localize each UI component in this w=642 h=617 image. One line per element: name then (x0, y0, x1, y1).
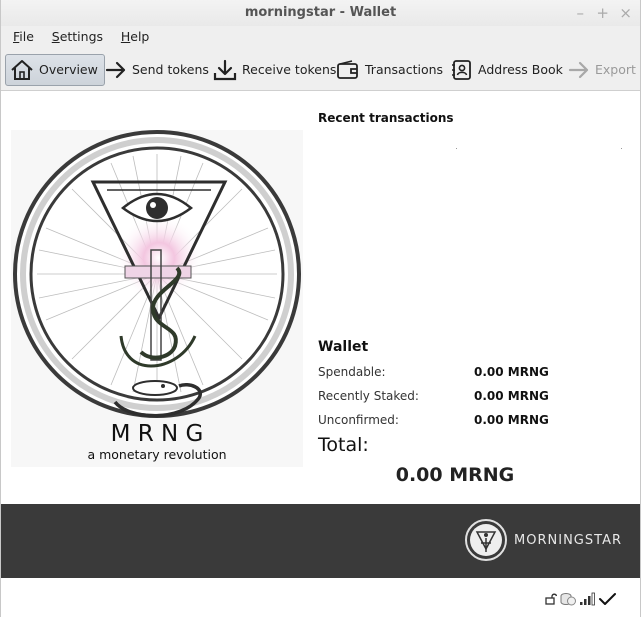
transactions-tab[interactable]: Transactions (336, 54, 443, 86)
ouroboros-eye-icon: M R N G a monetary revolution (11, 130, 303, 467)
recent-transactions-title: Recent transactions (318, 111, 454, 125)
spendable-label: Spendable: (318, 365, 386, 379)
menu-bar: File Settings Help (1, 26, 640, 50)
morningstar-brand: MORNINGSTAR (464, 518, 622, 562)
address-book-label: Address Book (478, 62, 563, 77)
send-tokens-label: Send tokens (132, 62, 209, 77)
spendable-row: Spendable: 0.00 MRNG (318, 362, 618, 382)
logo-brand-text: M R N G (111, 421, 204, 447)
minimize-button[interactable]: – (577, 0, 585, 26)
morningstar-logo-icon (465, 519, 508, 561)
receive-tokens-tab[interactable]: Receive tokens (213, 54, 336, 86)
wallet-title: Wallet (318, 339, 369, 355)
address-book-icon (452, 60, 471, 80)
recently-staked-value: 0.00 MRNG (474, 389, 549, 403)
menu-file[interactable]: File (13, 26, 34, 48)
wallet-window: morningstar - Wallet – + × File Settings… (0, 0, 641, 617)
send-tokens-tab[interactable]: Send tokens (105, 54, 209, 86)
overview-label: Overview (39, 62, 98, 77)
recently-staked-row: Recently Staked: 0.00 MRNG (318, 386, 618, 406)
unconfirmed-value: 0.00 MRNG (474, 413, 549, 427)
menu-settings[interactable]: Settings (52, 26, 103, 48)
title-bar[interactable]: morningstar - Wallet – + × (1, 0, 640, 27)
signal-icon[interactable] (579, 592, 595, 606)
export-button[interactable]: Export (568, 54, 636, 86)
lock-icon[interactable] (545, 593, 557, 605)
transactions-list-marker (621, 148, 622, 149)
window-title: morningstar - Wallet (244, 5, 397, 20)
status-icons (545, 592, 616, 606)
wallet-icon (337, 60, 358, 79)
home-icon (11, 60, 33, 80)
close-button[interactable]: × (619, 0, 632, 26)
address-book-tab[interactable]: Address Book (451, 54, 563, 86)
overview-tab[interactable]: Overview (5, 54, 105, 86)
export-label: Export (595, 62, 636, 77)
staking-icon[interactable] (560, 592, 576, 606)
arrow-right-icon (105, 61, 126, 79)
footer-banner: MORNINGSTAR (1, 504, 640, 578)
morningstar-brand-text: MORNINGSTAR (514, 532, 622, 548)
transactions-label: Transactions (365, 62, 444, 77)
maximize-button[interactable]: + (596, 0, 609, 26)
spendable-value: 0.00 MRNG (474, 365, 549, 379)
mrng-logo: M R N G a monetary revolution (11, 130, 303, 467)
export-arrow-icon (568, 61, 589, 79)
unconfirmed-label: Unconfirmed: (318, 413, 399, 427)
total-label: Total: (318, 434, 369, 456)
menu-help[interactable]: Help (121, 26, 150, 48)
total-value: 0.00 MRNG (395, 464, 515, 486)
toolbar: Overview Send tokens Receive tokens Tran… (1, 50, 640, 91)
unconfirmed-row: Unconfirmed: 0.00 MRNG (318, 410, 618, 430)
status-bar (1, 578, 640, 617)
download-icon (213, 59, 237, 81)
recently-staked-label: Recently Staked: (318, 389, 419, 403)
logo-tagline: a monetary revolution (87, 447, 226, 462)
transactions-list-marker (456, 148, 457, 149)
sync-check-icon[interactable] (598, 592, 616, 606)
receive-tokens-label: Receive tokens (242, 62, 337, 77)
